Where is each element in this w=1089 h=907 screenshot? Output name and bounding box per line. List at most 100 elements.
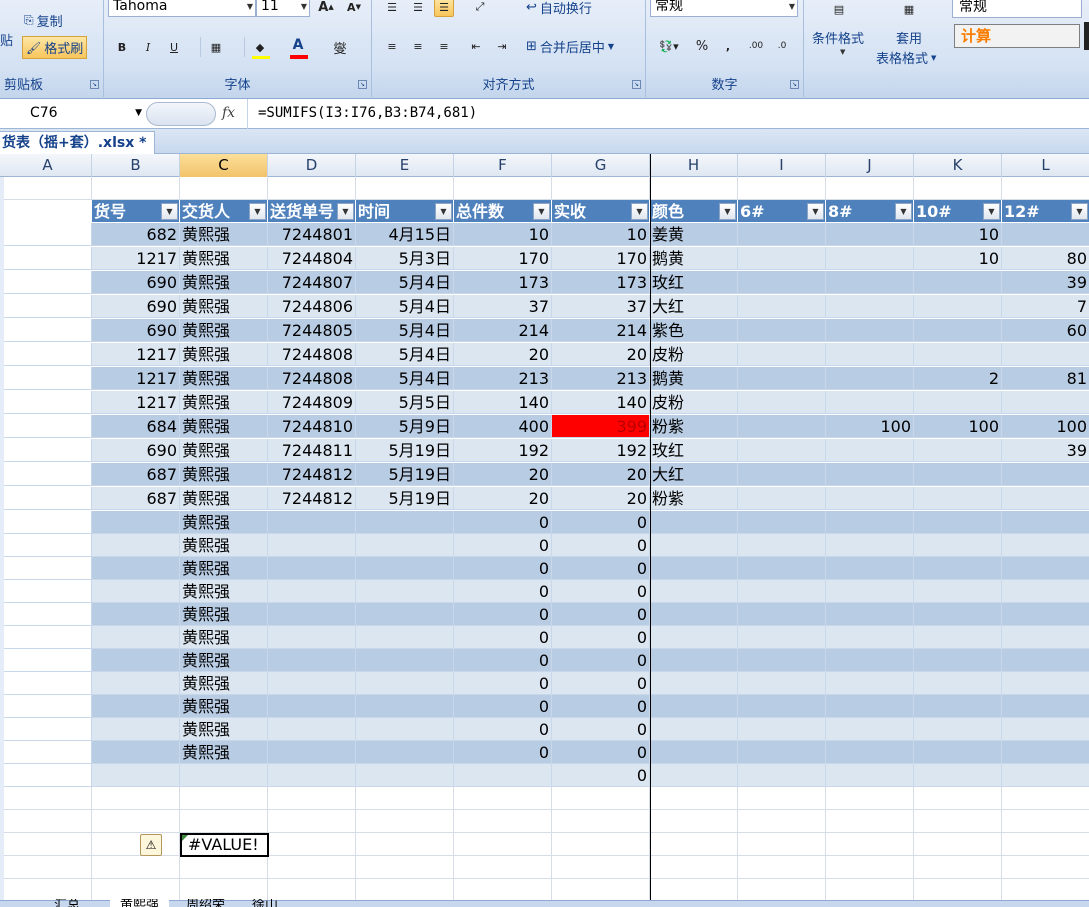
cell-a[interactable] bbox=[4, 695, 92, 718]
cell-i[interactable] bbox=[738, 718, 826, 741]
cell-a[interactable] bbox=[4, 557, 92, 580]
table-header-cell[interactable]: 交货人 ▼ bbox=[180, 200, 268, 223]
cell-d[interactable] bbox=[268, 741, 356, 764]
cell-i[interactable] bbox=[738, 810, 826, 833]
cell-l[interactable]: 81 bbox=[1002, 367, 1089, 390]
cell-e[interactable] bbox=[356, 672, 454, 695]
cell-i[interactable] bbox=[738, 223, 826, 246]
cell-d[interactable] bbox=[268, 695, 356, 718]
font-size-select[interactable]: 11 ▼ bbox=[256, 0, 310, 17]
cell-g[interactable] bbox=[552, 856, 650, 879]
cell-j[interactable] bbox=[826, 764, 914, 787]
dialog-launcher-icon[interactable]: ↘ bbox=[358, 80, 367, 89]
cell-j[interactable] bbox=[826, 343, 914, 366]
cell-h[interactable] bbox=[650, 626, 738, 649]
conditional-format-button[interactable]: 条件格式 bbox=[812, 28, 864, 47]
cell-k[interactable]: 2 bbox=[914, 367, 1002, 390]
cell-g[interactable]: 140 bbox=[552, 391, 650, 414]
increase-indent-icon[interactable]: ⇥ bbox=[492, 36, 512, 56]
cell-c[interactable]: 黄熙强 bbox=[180, 247, 268, 270]
cell-k[interactable] bbox=[914, 626, 1002, 649]
formula-bar-splitter[interactable] bbox=[146, 102, 216, 126]
cell-d[interactable] bbox=[268, 810, 356, 833]
font-name-select[interactable]: Tahoma ▼ bbox=[108, 0, 256, 17]
cell-e[interactable]: 5月19日 bbox=[356, 487, 454, 510]
dialog-launcher-icon[interactable]: ↘ bbox=[632, 80, 641, 89]
cell-h[interactable] bbox=[650, 810, 738, 833]
cell-d[interactable] bbox=[268, 833, 356, 856]
cell-d[interactable]: 7244805 bbox=[268, 319, 356, 342]
cell-l[interactable] bbox=[1002, 833, 1089, 856]
cell-e[interactable] bbox=[356, 718, 454, 741]
cell-a[interactable] bbox=[4, 649, 92, 672]
cell-j[interactable] bbox=[826, 879, 914, 900]
cell-g[interactable]: 0 bbox=[552, 511, 650, 534]
paste-button[interactable]: 贴 bbox=[0, 30, 13, 49]
cell-a[interactable] bbox=[4, 741, 92, 764]
style-normal-cell[interactable]: 常规 bbox=[952, 0, 1082, 18]
cell-h[interactable]: 粉紫 bbox=[650, 487, 738, 510]
cell-g[interactable]: 10 bbox=[552, 223, 650, 246]
cell-f[interactable]: 170 bbox=[454, 247, 552, 270]
orientation-icon[interactable]: ⤢ bbox=[470, 0, 490, 17]
cell-a[interactable] bbox=[4, 367, 92, 390]
cell-e[interactable] bbox=[356, 879, 454, 900]
cell-k[interactable] bbox=[914, 463, 1002, 486]
cell-g[interactable]: 20 bbox=[552, 343, 650, 366]
cell-b[interactable] bbox=[92, 177, 180, 200]
table-header-cell[interactable]: 总件数 ▼ bbox=[454, 200, 552, 223]
cell-c[interactable]: 黄熙强 bbox=[180, 343, 268, 366]
cell-h[interactable] bbox=[650, 534, 738, 557]
filter-dropdown-icon[interactable]: ▼ bbox=[1071, 203, 1088, 220]
cell-a[interactable] bbox=[4, 200, 92, 223]
cell-e[interactable] bbox=[356, 856, 454, 879]
cell-l[interactable]: 100 bbox=[1002, 415, 1089, 438]
cell-area[interactable]: 货号 ▼ 交货人 ▼ 送货单号 ▼ 时间 ▼ 总件数 ▼ 实收 ▼ 颜色 ▼ 6# ▼ 8# ▼ 10# ▼ 12# ▼ 6… bbox=[0, 177, 1089, 900]
cell-e[interactable] bbox=[356, 810, 454, 833]
merge-center-button[interactable]: ⊞ 合并后居中 ▼ bbox=[526, 37, 614, 56]
currency-icon[interactable]: 💱▾ bbox=[652, 36, 686, 56]
cell-e[interactable]: 5月3日 bbox=[356, 247, 454, 270]
cell-e[interactable]: 5月5日 bbox=[356, 391, 454, 414]
cell-g[interactable]: 173 bbox=[552, 271, 650, 294]
cell-j[interactable] bbox=[826, 672, 914, 695]
cell-l[interactable] bbox=[1002, 764, 1089, 787]
align-left-icon[interactable]: ≡ bbox=[382, 36, 402, 56]
cell-k[interactable] bbox=[914, 391, 1002, 414]
cell-a[interactable] bbox=[4, 319, 92, 342]
cell-a[interactable] bbox=[4, 343, 92, 366]
column-header-a[interactable]: A bbox=[4, 154, 92, 177]
filter-dropdown-icon[interactable]: ▼ bbox=[249, 203, 266, 220]
cell-a[interactable] bbox=[4, 271, 92, 294]
cell-l[interactable] bbox=[1002, 695, 1089, 718]
cell-b[interactable] bbox=[92, 718, 180, 741]
cell-h[interactable] bbox=[650, 649, 738, 672]
fill-color-icon[interactable]: ◆ bbox=[250, 37, 270, 57]
column-header-j[interactable]: J bbox=[826, 154, 914, 177]
cell-e[interactable] bbox=[356, 695, 454, 718]
cell-f[interactable]: 400 bbox=[454, 415, 552, 438]
cell-b[interactable] bbox=[92, 787, 180, 810]
cell-i[interactable] bbox=[738, 626, 826, 649]
name-box[interactable]: C76 ▼ bbox=[0, 103, 146, 124]
percent-button[interactable]: % bbox=[692, 36, 712, 56]
cell-f[interactable]: 10 bbox=[454, 223, 552, 246]
spreadsheet-grid[interactable]: ABCDEFGHIJKL 货号 ▼ 交货人 ▼ 送货单号 ▼ 时间 ▼ 总件数 ▼ 实收 ▼ 颜色 ▼ 6#… bbox=[0, 154, 1089, 900]
cell-c[interactable] bbox=[180, 177, 268, 200]
cell-j[interactable] bbox=[826, 223, 914, 246]
cell-l[interactable] bbox=[1002, 580, 1089, 603]
cell-i[interactable] bbox=[738, 487, 826, 510]
cell-g[interactable] bbox=[552, 787, 650, 810]
cell-b[interactable]: 1217 bbox=[92, 367, 180, 390]
cell-d[interactable]: 7244810 bbox=[268, 415, 356, 438]
cell-j[interactable] bbox=[826, 367, 914, 390]
cell-g[interactable] bbox=[552, 810, 650, 833]
cell-l[interactable]: 39 bbox=[1002, 271, 1089, 294]
cell-h[interactable] bbox=[650, 833, 738, 856]
cell-g[interactable]: 214 bbox=[552, 319, 650, 342]
cell-k[interactable] bbox=[914, 695, 1002, 718]
cell-h[interactable]: 大红 bbox=[650, 463, 738, 486]
cell-b[interactable]: 687 bbox=[92, 487, 180, 510]
cell-j[interactable] bbox=[826, 439, 914, 462]
cell-c[interactable] bbox=[180, 810, 268, 833]
